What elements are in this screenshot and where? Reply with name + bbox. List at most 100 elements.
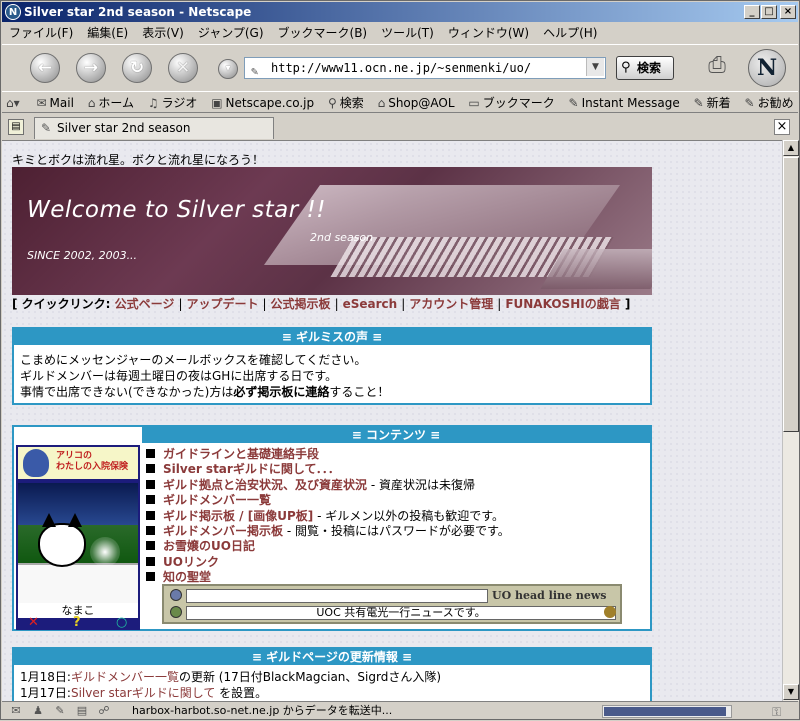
scroll-thumb[interactable]	[783, 157, 799, 432]
help-question-icon[interactable]: ?	[73, 616, 81, 630]
content-link[interactable]: ギルド掲示板 / [画像UP板]	[163, 509, 313, 523]
menu-bookmarks[interactable]: ブックマーク(B)	[271, 23, 375, 43]
bookmark-icon: ✎	[744, 96, 755, 110]
bullet-square-icon	[146, 464, 155, 474]
close-tab-icon[interactable]: ×	[774, 119, 790, 135]
cat-character-icon[interactable]	[38, 513, 86, 567]
search-icon: ⚲	[327, 96, 337, 110]
menu-go[interactable]: ジャンプ(G)	[191, 23, 271, 43]
stop-button[interactable]: ✕	[168, 53, 198, 83]
toolbar-shop[interactable]: ⌂ Shop@AOL	[374, 92, 461, 112]
content-link[interactable]: UOリンク	[163, 555, 219, 569]
forward-button[interactable]: →	[76, 53, 106, 83]
toolbar-shop-label: Shop@AOL	[388, 96, 455, 110]
content-link[interactable]: Silver starギルドに関して．．．	[163, 462, 340, 476]
announcement-line: ギルドメンバーは毎週土曜日の夜はGHに出席する日です。	[20, 369, 338, 383]
update-link[interactable]: ギルドメンバー一覧	[71, 670, 179, 684]
quicklink-forum[interactable]: 公式掲示板	[271, 297, 331, 311]
toolbar-new[interactable]: ✎ 新着	[690, 92, 737, 112]
announcement-box: ≡ ギルミスの声 ≡ こまめにメッセンジャーのメールボックスを確認してください。…	[12, 327, 652, 405]
updates-box: ≡ ギルドページの更新情報 ≡ 1月18日:ギルドメンバー一覧の更新 (17日付…	[12, 647, 652, 701]
status-bar: ✉ ♟ ✎ ▤ ☍ harbox-harbot.so-net.ne.jp からデータを転…	[2, 701, 798, 720]
shield-icon[interactable]	[170, 589, 182, 601]
content-link[interactable]: 知の聖堂	[163, 570, 211, 584]
reload-button[interactable]: ↻	[122, 53, 152, 83]
address-book-icon[interactable]: ▤	[74, 702, 90, 720]
toolbar-recommend-label: お勧め	[757, 96, 794, 110]
quicklink-account[interactable]: アカウント管理	[409, 297, 493, 311]
go-dropdown-button[interactable]: ▾	[218, 59, 238, 79]
content-link[interactable]: お雪嬢のUO日記	[163, 539, 255, 553]
list-item: Silver starギルドに関して．．．	[146, 462, 646, 477]
toolbar-netscape[interactable]: ▣ Netscape.co.jp	[207, 92, 320, 112]
menu-view[interactable]: 表示(V)	[135, 23, 191, 43]
toolbar-home[interactable]: ⌂ ホーム	[84, 92, 140, 112]
print-icon[interactable]: ⎙	[702, 53, 732, 81]
online-status-icon[interactable]: ☍	[96, 702, 112, 720]
sidebar-toggle-icon[interactable]: ▤	[8, 119, 24, 135]
toolbar-radio-label: ラジオ	[161, 96, 198, 110]
vertical-scrollbar[interactable]: ▲ ▼	[782, 140, 799, 701]
toolbar-search[interactable]: ⚲ 検索	[324, 92, 370, 112]
menu-help[interactable]: ヘルプ(H)	[536, 23, 604, 43]
toolbar-home-menu[interactable]: ⌂▾	[2, 92, 29, 112]
toolbar-instant-message[interactable]: ✎ Instant Message	[565, 92, 686, 112]
toolbar-recommend[interactable]: ✎ お勧め	[741, 92, 798, 112]
search-button[interactable]: ⚲ 検索	[616, 56, 674, 80]
bell-icon[interactable]	[604, 606, 616, 618]
url-field[interactable]: ✎ http://www11.ocn.ne.jp/~senmenki/uo/	[244, 57, 606, 79]
url-dropdown-button[interactable]: ▼	[586, 58, 604, 76]
quicklink-update[interactable]: アップデート	[186, 297, 258, 311]
minimize-button[interactable]: _	[744, 5, 760, 19]
menu-window[interactable]: ウィンドウ(W)	[441, 23, 536, 43]
bullet-square-icon	[146, 510, 155, 520]
content-link[interactable]: ガイドラインと基礎連絡手段	[163, 447, 319, 461]
bullet-square-icon	[146, 495, 155, 505]
mail-status-icon[interactable]: ✉	[8, 702, 24, 720]
quicklinks-bar: [ クイックリンク: 公式ページ | アップデート | 公式掲示板 | eSearch | アカ…	[12, 297, 631, 311]
page-load-progress	[602, 705, 732, 718]
bullet-square-icon	[146, 556, 155, 566]
list-item: ギルドメンバー掲示板 - 閲覧・投稿にはパスワードが必要です。	[146, 524, 646, 539]
scroll-up-button[interactable]: ▲	[783, 140, 799, 156]
content-link[interactable]: ギルド拠点と治安状況、及び資産状況	[163, 478, 367, 492]
browser-window: N Silver star 2nd season - Netscape _ □ …	[0, 0, 800, 720]
news-input-field[interactable]	[186, 589, 488, 603]
menu-tools[interactable]: ツール(T)	[374, 23, 441, 43]
bullet-square-icon	[146, 572, 155, 582]
navigation-toolbar: ← → ↻ ✕ ▾ ✎ http://www11.ocn.ne.jp/~senm…	[2, 44, 798, 90]
netscape-throbber-icon[interactable]: N	[748, 49, 786, 87]
quicklink-esearch[interactable]: eSearch	[343, 297, 398, 311]
toolbar-radio[interactable]: ♫ ラジオ	[144, 92, 204, 112]
composer-icon[interactable]: ✎	[52, 702, 68, 720]
ok-circle-icon[interactable]: ○	[116, 616, 127, 630]
update-link[interactable]: Silver starギルドに関して	[71, 686, 215, 700]
globe-icon[interactable]	[170, 606, 182, 618]
toolbar-mail[interactable]: ✉ Mail	[32, 92, 79, 112]
scroll-down-button[interactable]: ▼	[783, 684, 799, 700]
menu-file[interactable]: ファイル(F)	[2, 23, 80, 43]
maximize-button[interactable]: □	[761, 5, 777, 19]
tab-silver-star[interactable]: ✎ Silver star 2nd season	[34, 117, 274, 139]
content-link[interactable]: ギルドメンバー掲示板	[163, 524, 283, 538]
content-link[interactable]: ギルドメンバー一覧	[163, 493, 271, 507]
window-title: Silver star 2nd season - Netscape	[24, 5, 252, 19]
quicklink-official[interactable]: 公式ページ	[115, 297, 175, 311]
security-lock-icon[interactable]: ⚿	[772, 703, 781, 721]
status-text: harbox-harbot.so-net.ne.jp からデータを転送中...	[132, 704, 393, 717]
progress-fill	[604, 707, 727, 716]
banner-title: Welcome to Silver star !!	[27, 197, 326, 223]
contents-list: ガイドラインと基礎連絡手段 Silver starギルドに関して．．． ギルド拠…	[146, 447, 646, 586]
aim-icon[interactable]: ♟	[30, 702, 46, 720]
back-button[interactable]: ←	[30, 53, 60, 83]
news-title: UO head line news	[492, 589, 607, 602]
character-ad-banner[interactable]: アリコの わたしの入院保険	[18, 447, 138, 479]
close-x-icon[interactable]: ✕	[28, 616, 39, 630]
toolbar-bookmarks[interactable]: ▭ ブックマーク	[464, 92, 560, 112]
menu-edit[interactable]: 編集(E)	[80, 23, 135, 43]
close-button[interactable]: ×	[780, 5, 796, 19]
updates-body: 1月18日:ギルドメンバー一覧の更新 (17日付BlackMagcian、Sig…	[14, 665, 650, 701]
netscape-logo-icon: N	[5, 4, 21, 20]
tab-label: Silver star 2nd season	[57, 121, 191, 135]
quicklink-funakoshi[interactable]: FUNAKOSHIの戯言	[505, 297, 620, 311]
